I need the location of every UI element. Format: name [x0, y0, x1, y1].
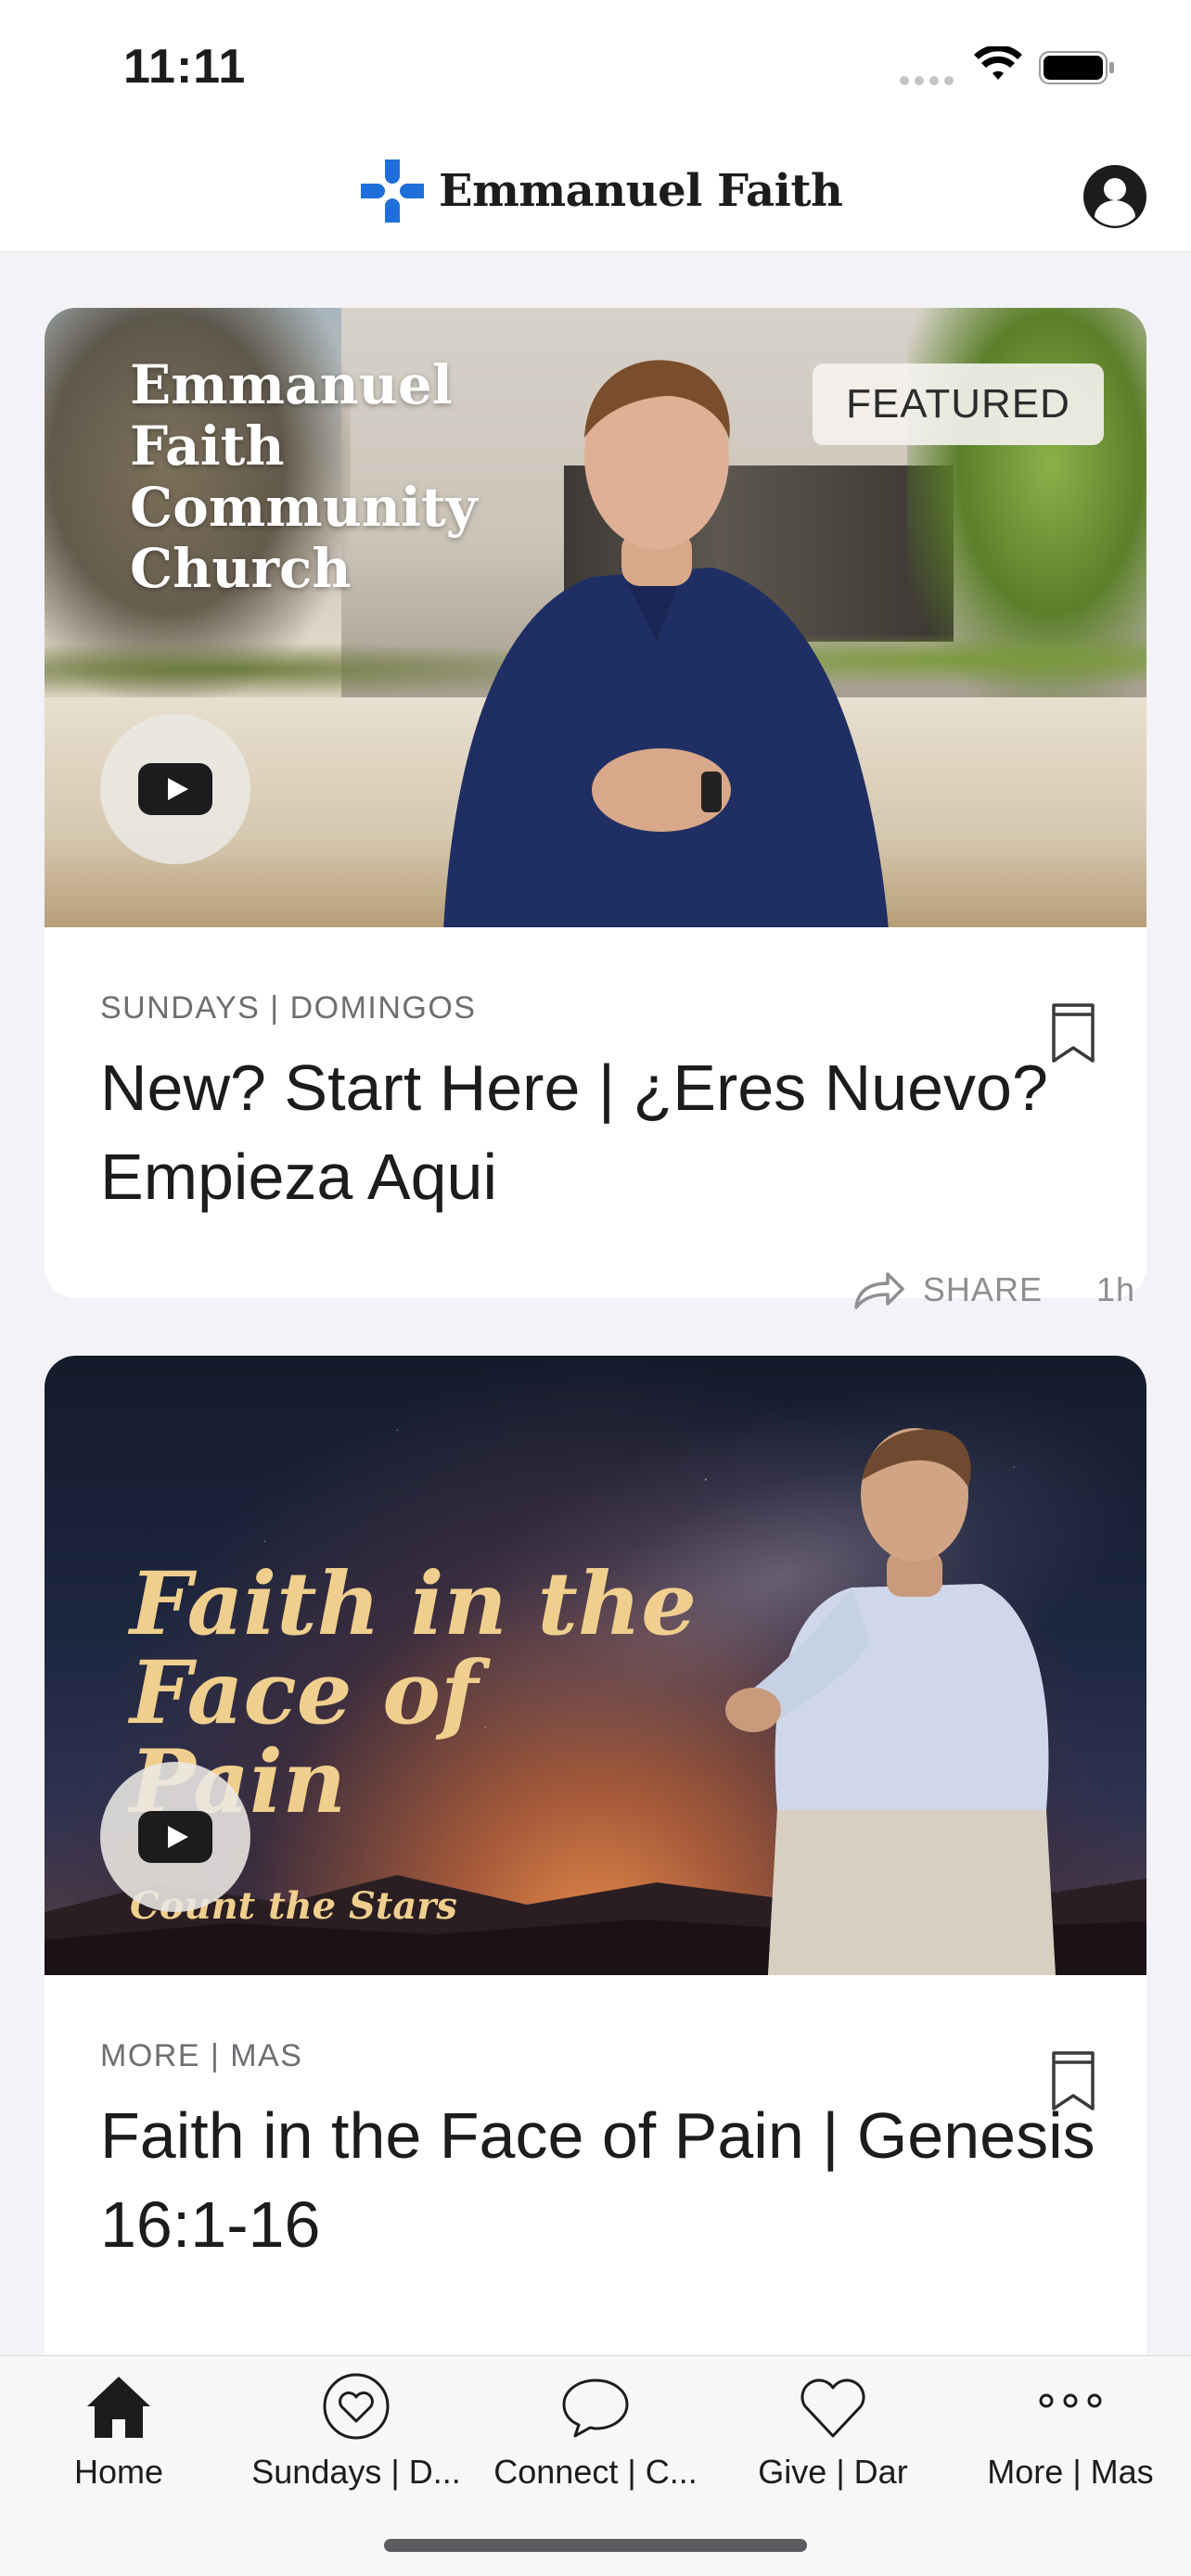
chat-bubble-icon — [562, 2378, 629, 2438]
status-bar: 11:11 — [0, 0, 1191, 130]
tab-label: Sundays | D... — [251, 2453, 461, 2491]
status-time: 11:11 — [123, 40, 247, 94]
tab-give[interactable]: Give | Dar — [714, 2371, 952, 2510]
share-arrow-icon[interactable] — [852, 1269, 906, 1311]
home-icon — [87, 2377, 150, 2438]
card-title[interactable]: New? Start Here | ¿Eres Nuevo? Empieza A… — [100, 1043, 1102, 1221]
sermon-card[interactable]: Faith in the Face of Pain Count the Star… — [45, 1356, 1146, 2357]
tab-more[interactable]: More | Mas — [952, 2371, 1189, 2510]
play-button[interactable] — [100, 1762, 250, 1912]
video-thumbnail[interactable]: Faith in the Face of Pain Count the Star… — [45, 1356, 1146, 1975]
brand-name: Emmanuel Faith — [439, 165, 843, 217]
cellular-signal-icon — [900, 76, 954, 85]
card-category: MORE | MAS — [100, 2038, 303, 2073]
card-body: MORE | MAS Faith in the Face of Pain | G… — [45, 1975, 1146, 2269]
card-title[interactable]: Faith in the Face of Pain | Genesis 16:1… — [100, 2091, 1102, 2269]
wifi-icon — [974, 46, 1022, 80]
heart-circle-icon — [323, 2373, 390, 2440]
content-feed[interactable]: Emmanuel Faith Community Church FEATURED… — [0, 252, 1191, 2357]
church-cross-logo-icon — [361, 159, 424, 223]
thumbnail-overlay-title: Emmanuel Faith Community Church — [130, 353, 478, 600]
tab-label: Give | Dar — [758, 2453, 908, 2491]
tab-sundays[interactable]: Sundays | D... — [237, 2371, 475, 2510]
tab-home[interactable]: Home — [0, 2371, 237, 2510]
pastor-photo — [725, 1428, 1056, 1975]
youtube-play-icon — [138, 1811, 212, 1863]
more-dots-icon — [1039, 2393, 1102, 2408]
battery-icon — [1039, 51, 1114, 84]
tab-label: Home — [73, 2453, 164, 2491]
card-body: SUNDAYS | DOMINGOS New? Start Here | ¿Er… — [45, 927, 1146, 1221]
tab-label: More | Mas — [987, 2453, 1154, 2491]
brand-logo[interactable]: Emmanuel Faith — [357, 156, 843, 226]
app-header: Emmanuel Faith — [0, 130, 1191, 252]
play-button[interactable] — [100, 714, 250, 864]
featured-card[interactable]: Emmanuel Faith Community Church FEATURED… — [45, 308, 1146, 1298]
tab-label: Connect | C... — [493, 2453, 698, 2491]
post-time: 1h — [1095, 1270, 1135, 1308]
bookmark-icon[interactable] — [1048, 2049, 1098, 2112]
featured-badge: FEATURED — [813, 363, 1104, 445]
profile-avatar-icon[interactable] — [1082, 163, 1148, 230]
youtube-play-icon — [138, 763, 212, 815]
share-button[interactable]: SHARE — [923, 1270, 1043, 1309]
home-indicator[interactable] — [384, 2539, 807, 2552]
heart-icon — [800, 2378, 865, 2438]
video-thumbnail[interactable]: Emmanuel Faith Community Church FEATURED — [45, 308, 1146, 927]
card-category: SUNDAYS | DOMINGOS — [100, 990, 477, 1026]
bookmark-icon[interactable] — [1048, 1001, 1098, 1065]
share-row: SHARE 1h — [852, 1269, 1135, 1311]
tab-connect[interactable]: Connect | C... — [477, 2371, 714, 2510]
